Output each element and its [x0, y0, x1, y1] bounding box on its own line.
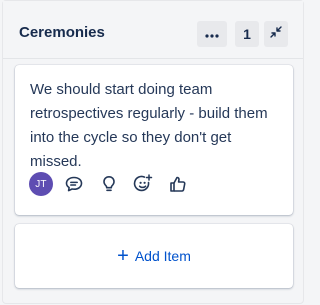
more-icon: [205, 25, 219, 43]
thumbs-up-icon[interactable]: [167, 173, 189, 195]
retro-column: Ceremonies 1 We should start doing team …: [2, 0, 304, 304]
add-item-button[interactable]: + Add Item: [15, 224, 293, 288]
collapse-icon: [270, 25, 282, 43]
collapse-button[interactable]: [264, 21, 288, 47]
card-text: We should start doing team retrospective…: [30, 81, 268, 170]
column-title: Ceremonies: [19, 24, 105, 41]
retro-card[interactable]: We should start doing team retrospective…: [15, 65, 293, 215]
plus-icon: +: [117, 245, 129, 267]
comment-icon[interactable]: [63, 173, 85, 195]
column-header: Ceremonies 1: [3, 1, 303, 59]
add-item-label: Add Item: [134, 248, 191, 264]
avatar[interactable]: JT: [29, 172, 53, 196]
add-reaction-icon[interactable]: [132, 173, 154, 195]
more-options-button[interactable]: [197, 21, 227, 47]
item-count-badge: 1: [235, 21, 259, 47]
lightbulb-icon[interactable]: [98, 173, 120, 195]
